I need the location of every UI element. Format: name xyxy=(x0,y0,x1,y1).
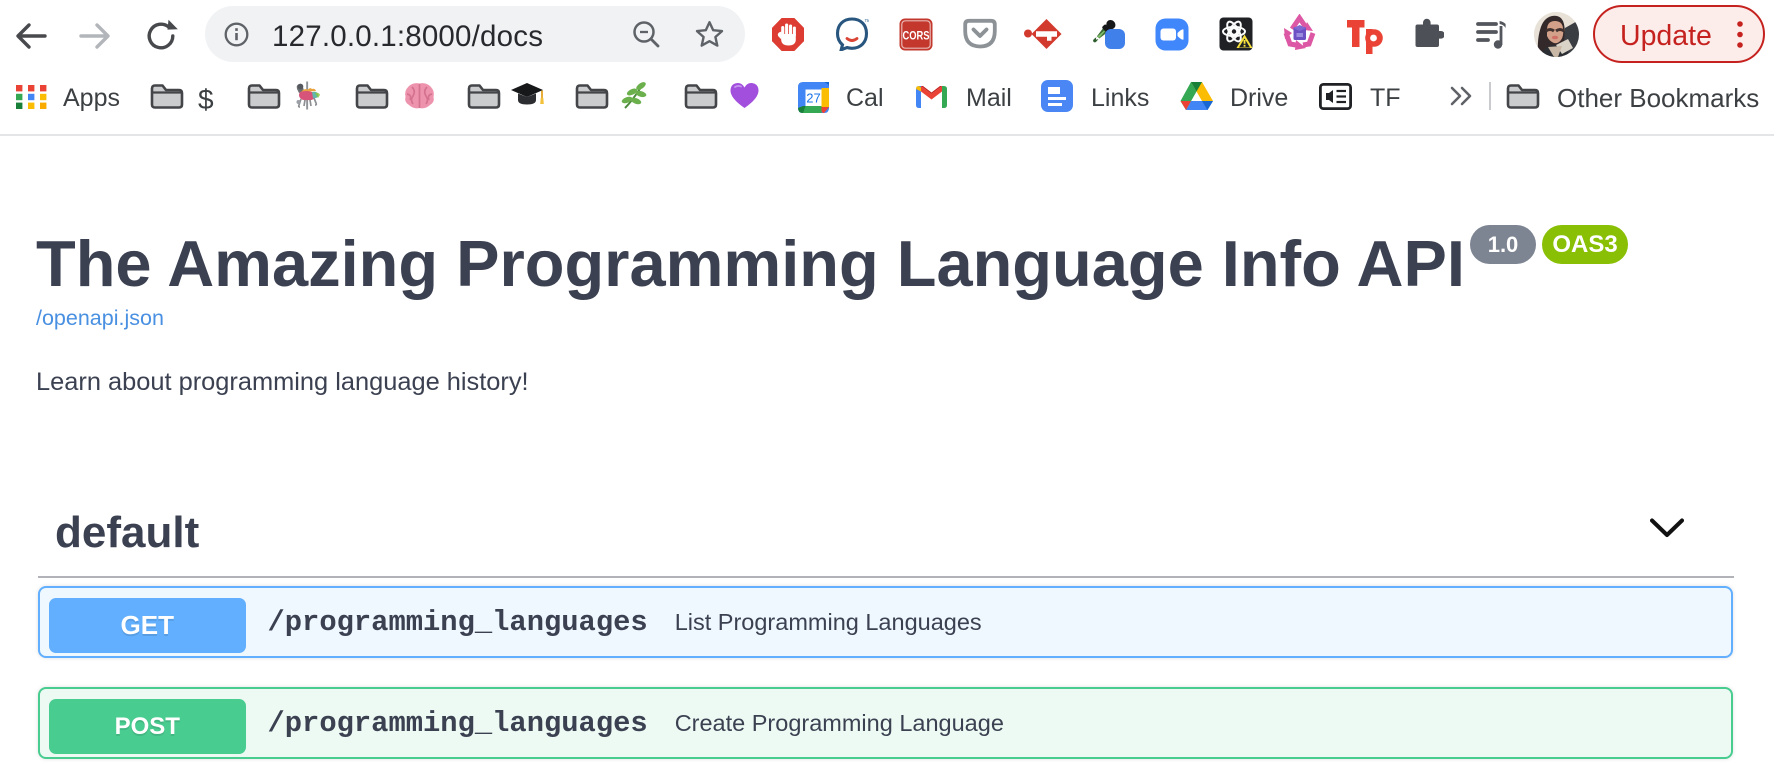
svg-text:™: ™ xyxy=(864,19,869,26)
svg-text:27: 27 xyxy=(806,91,820,106)
svg-text:CORS: CORS xyxy=(903,31,930,43)
